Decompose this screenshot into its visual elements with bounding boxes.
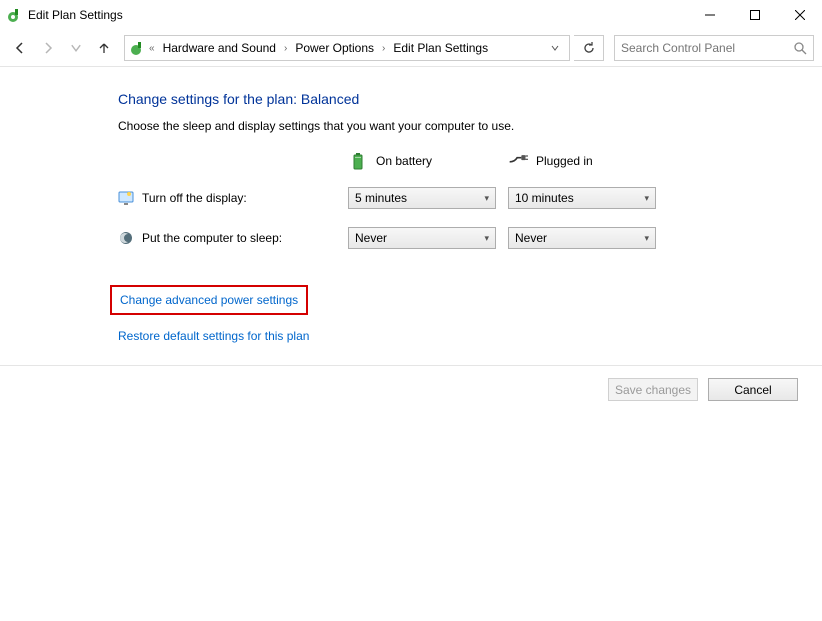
minimize-button[interactable] [687, 0, 732, 30]
up-button[interactable] [92, 36, 116, 60]
chevron-down-icon: ▾ [644, 193, 649, 204]
display-row-label: Turn off the display: [118, 190, 298, 206]
sleep-row-label: Put the computer to sleep: [118, 230, 298, 246]
select-value: 10 minutes [515, 191, 574, 205]
cancel-button[interactable]: Cancel [708, 378, 798, 401]
sleep-battery-select[interactable]: Never ▾ [348, 227, 496, 249]
breadcrumb-prefix: « [147, 43, 157, 54]
chevron-right-icon: › [282, 43, 289, 54]
select-value: Never [515, 231, 547, 245]
search-icon [793, 41, 807, 55]
chevron-down-icon: ▾ [484, 233, 489, 244]
page-heading: Change settings for the plan: Balanced [118, 91, 822, 107]
save-button[interactable]: Save changes [608, 378, 698, 401]
breadcrumb-segment[interactable]: Edit Plan Settings [389, 41, 492, 55]
breadcrumb-icon [129, 40, 145, 56]
content-area: Change settings for the plan: Balanced C… [0, 67, 822, 343]
sleep-timeout-row: Put the computer to sleep: Never ▾ Never… [118, 227, 822, 249]
recent-dropdown[interactable] [64, 36, 88, 60]
restore-defaults-link[interactable]: Restore default settings for this plan [118, 329, 822, 343]
sleep-plugged-select[interactable]: Never ▾ [508, 227, 656, 249]
display-plugged-select[interactable]: 10 minutes ▾ [508, 187, 656, 209]
breadcrumb-dropdown[interactable] [545, 36, 565, 60]
titlebar: Edit Plan Settings [0, 0, 822, 30]
chevron-down-icon: ▾ [484, 193, 489, 204]
advanced-settings-link[interactable]: Change advanced power settings [120, 293, 298, 307]
breadcrumb-segment[interactable]: Power Options [291, 41, 378, 55]
navigation-bar: « Hardware and Sound › Power Options › E… [0, 30, 822, 66]
close-button[interactable] [777, 0, 822, 30]
window-title: Edit Plan Settings [28, 8, 687, 22]
app-icon [6, 7, 22, 23]
battery-icon [348, 151, 368, 171]
search-input[interactable] [621, 41, 807, 55]
page-subtext: Choose the sleep and display settings th… [118, 119, 822, 133]
display-timeout-row: Turn off the display: 5 minutes ▾ 10 min… [118, 187, 822, 209]
battery-label: On battery [376, 154, 432, 168]
display-label-text: Turn off the display: [142, 191, 247, 205]
column-headers: On battery Plugged in [118, 151, 822, 171]
plugged-label: Plugged in [536, 154, 593, 168]
forward-button[interactable] [36, 36, 60, 60]
footer: Save changes Cancel [0, 365, 822, 413]
monitor-icon [118, 190, 134, 206]
back-button[interactable] [8, 36, 32, 60]
select-value: Never [355, 231, 387, 245]
search-box[interactable] [614, 35, 814, 61]
window-controls [687, 0, 822, 30]
moon-icon [118, 230, 134, 246]
sleep-label-text: Put the computer to sleep: [142, 231, 282, 245]
display-battery-select[interactable]: 5 minutes ▾ [348, 187, 496, 209]
chevron-down-icon: ▾ [644, 233, 649, 244]
plug-icon [508, 151, 528, 171]
battery-column-header: On battery [348, 151, 508, 171]
breadcrumb-segment[interactable]: Hardware and Sound [159, 41, 280, 55]
refresh-button[interactable] [574, 35, 604, 61]
maximize-button[interactable] [732, 0, 777, 30]
breadcrumb[interactable]: « Hardware and Sound › Power Options › E… [124, 35, 570, 61]
chevron-right-icon: › [380, 43, 387, 54]
highlighted-link-box: Change advanced power settings [110, 285, 308, 315]
plugged-column-header: Plugged in [508, 151, 668, 171]
select-value: 5 minutes [355, 191, 407, 205]
